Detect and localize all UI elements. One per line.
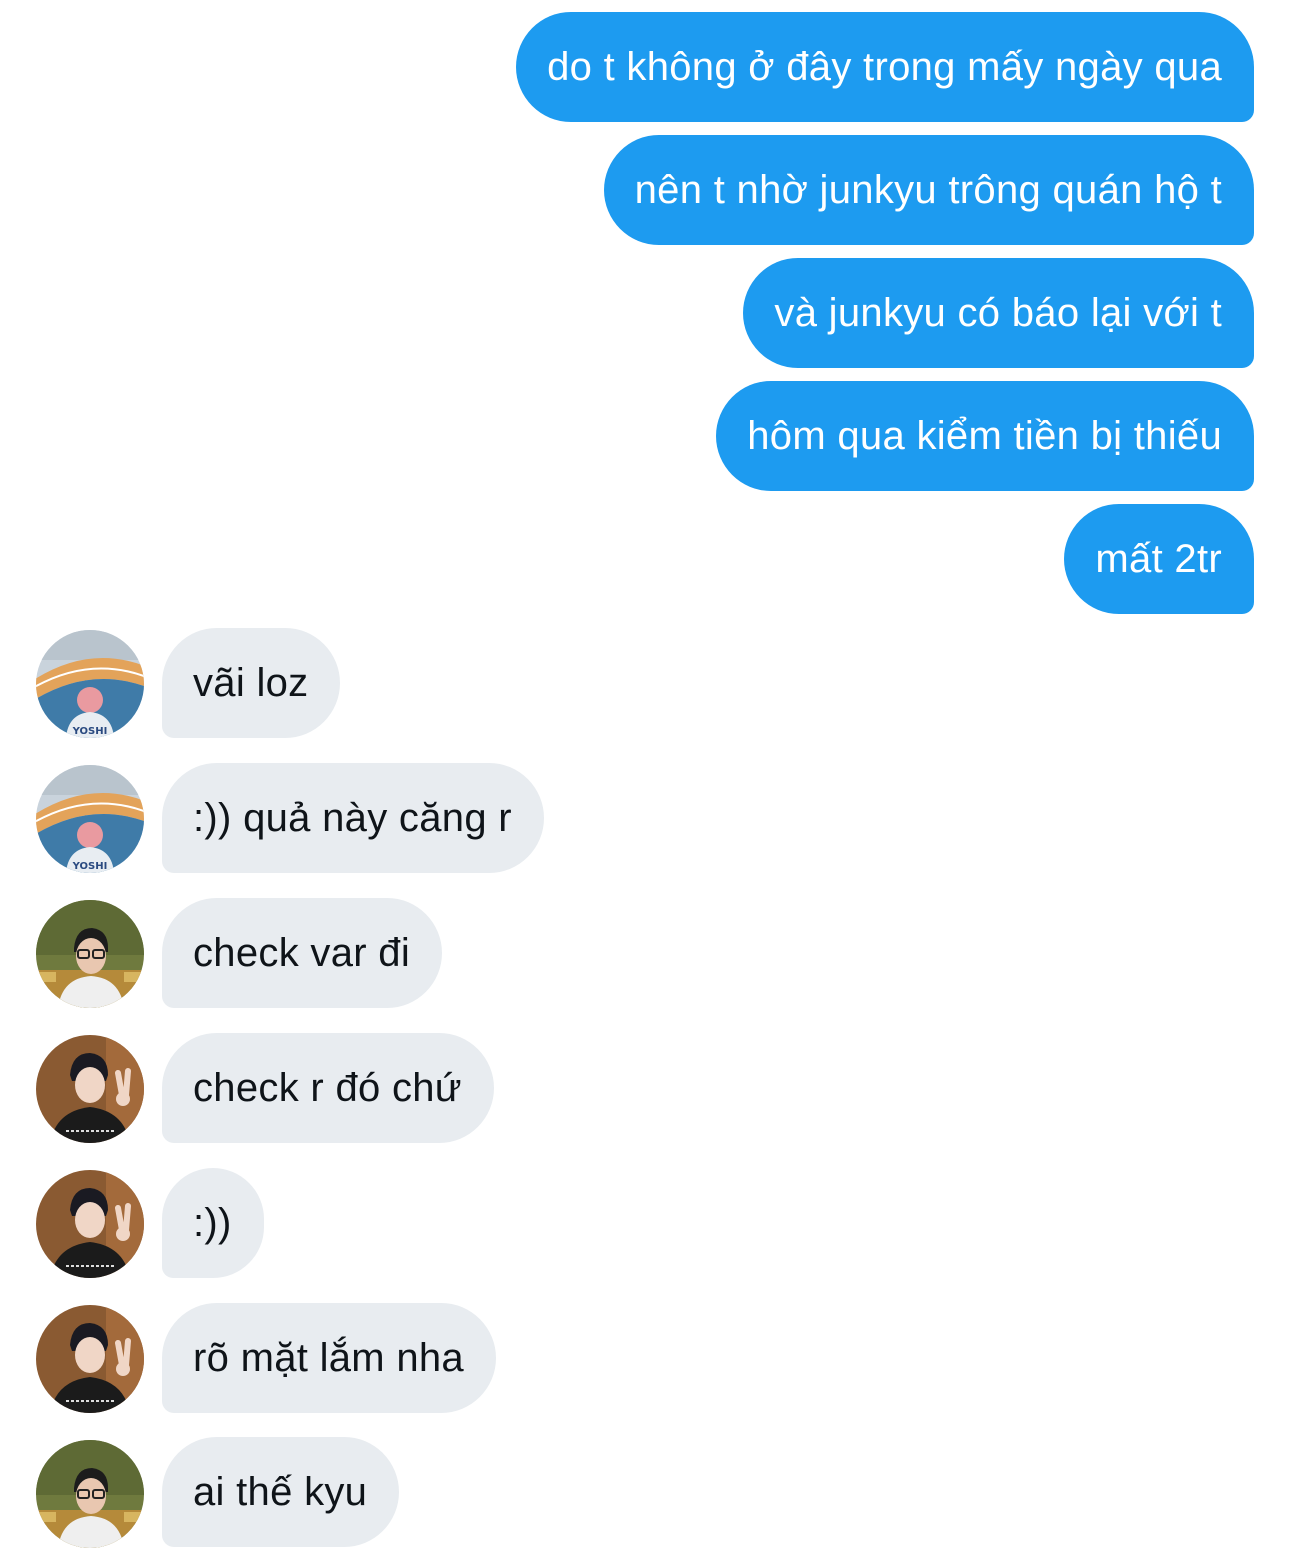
outgoing-message-bubble[interactable]: do t không ở đây trong mấy ngày qua	[516, 12, 1254, 122]
message-text: nên t nhờ junkyu trông quán hộ t	[634, 167, 1222, 212]
stadium-avatar[interactable]: YOSHI	[36, 765, 144, 873]
incoming-message-bubble[interactable]: ai thế kyu	[162, 1437, 400, 1547]
message-text: check var đi	[193, 930, 411, 975]
message-text: rõ mặt lắm nha	[193, 1335, 464, 1380]
incoming-message-bubble[interactable]: vãi loz	[162, 628, 341, 738]
message-text: do t không ở đây trong mấy ngày qua	[547, 44, 1222, 89]
glasses-avatar[interactable]	[36, 900, 144, 1008]
message-text: mất 2tr	[1095, 536, 1222, 581]
incoming-message-bubble[interactable]: rõ mặt lắm nha	[162, 1303, 496, 1413]
message-text: và junkyu có báo lại với t	[774, 290, 1222, 335]
message-text: :)) quả này căng r	[193, 795, 512, 840]
message-text: :))	[193, 1200, 232, 1245]
avatar-caption: YOSHI	[72, 726, 108, 737]
message-text: hôm qua kiểm tiền bị thiếu	[747, 413, 1222, 458]
peace-sign-avatar[interactable]	[36, 1305, 144, 1413]
peace-sign-avatar[interactable]	[36, 1035, 144, 1143]
incoming-message-bubble[interactable]: check var đi	[162, 898, 443, 1008]
outgoing-message-bubble[interactable]: hôm qua kiểm tiền bị thiếu	[716, 381, 1254, 491]
message-text: check r đó chứ	[193, 1065, 462, 1110]
stadium-avatar[interactable]: YOSHI	[36, 630, 144, 738]
avatar-caption: YOSHI	[72, 861, 108, 872]
peace-sign-avatar[interactable]	[36, 1170, 144, 1278]
incoming-message-bubble[interactable]: check r đó chứ	[162, 1033, 494, 1143]
glasses-avatar[interactable]	[36, 1440, 144, 1548]
outgoing-message-bubble[interactable]: và junkyu có báo lại với t	[743, 258, 1254, 368]
message-text: vãi loz	[193, 660, 309, 705]
outgoing-message-bubble[interactable]: nên t nhờ junkyu trông quán hộ t	[603, 135, 1254, 245]
incoming-message-bubble[interactable]: :)) quả này căng r	[162, 763, 544, 873]
message-text: ai thế kyu	[193, 1469, 368, 1514]
outgoing-message-bubble[interactable]: mất 2tr	[1064, 504, 1254, 614]
incoming-message-bubble[interactable]: :))	[162, 1168, 264, 1278]
